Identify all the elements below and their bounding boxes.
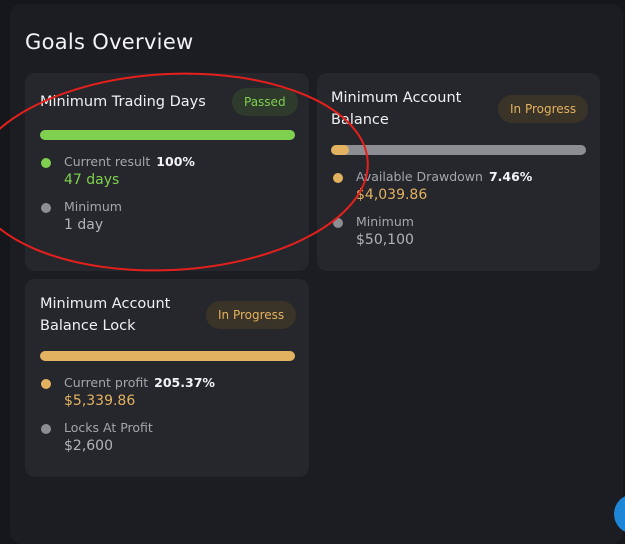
current-profit-dot <box>41 379 51 389</box>
status-badge: In Progress <box>206 301 297 329</box>
card-title-line1: Minimum Account <box>331 90 462 106</box>
progress-bar <box>40 130 295 140</box>
current-profit-label: Current profit 205.37% <box>64 375 215 390</box>
goal-card-trading-days: Minimum Trading Days Passed Current resu… <box>25 73 309 271</box>
goal-card-account-balance: Minimum Account Balance In Progress Avai… <box>317 73 600 271</box>
locks-at-profit-value: $2,600 <box>64 438 113 454</box>
current-result-percent: 100% <box>156 154 195 169</box>
current-result-value: 47 days <box>64 172 120 188</box>
current-result-text: Current result <box>64 154 151 169</box>
progress-bar <box>40 351 295 361</box>
minimum-dot <box>333 218 343 228</box>
current-profit-value: $5,339.86 <box>64 393 136 409</box>
minimum-dot <box>41 203 51 213</box>
current-result-dot <box>41 158 51 168</box>
drawdown-label: Available Drawdown 7.46% <box>356 169 532 184</box>
card-title: Minimum Trading Days <box>40 94 206 110</box>
progress-fill <box>40 130 295 140</box>
current-profit-text: Current profit <box>64 375 149 390</box>
current-profit-percent: 205.37% <box>154 375 215 390</box>
card-title: Minimum Account Balance <box>331 87 461 131</box>
drawdown-text: Available Drawdown <box>356 169 483 184</box>
progress-bar <box>331 145 586 155</box>
goal-card-balance-lock: Minimum Account Balance Lock In Progress… <box>25 279 309 477</box>
minimum-label: Minimum <box>64 199 122 214</box>
page-title: Goals Overview <box>25 30 194 54</box>
card-title-line2: Balance <box>331 112 389 128</box>
status-badge: Passed <box>232 88 298 116</box>
progress-fill <box>40 351 295 361</box>
card-title: Minimum Account Balance Lock <box>40 293 170 337</box>
card-title-line2: Balance Lock <box>40 318 136 334</box>
drawdown-percent: 7.46% <box>488 169 533 184</box>
card-title-line1: Minimum Account <box>40 296 171 312</box>
progress-fill <box>331 145 349 155</box>
minimum-value: $50,100 <box>356 232 414 248</box>
minimum-value: 1 day <box>64 217 104 233</box>
minimum-label: Minimum <box>356 214 414 229</box>
status-badge: In Progress <box>498 95 589 123</box>
locks-at-profit-label: Locks At Profit <box>64 420 153 435</box>
locks-at-profit-dot <box>41 424 51 434</box>
current-result-label: Current result 100% <box>64 154 195 169</box>
drawdown-value: $4,039.86 <box>356 187 428 203</box>
drawdown-dot <box>333 173 343 183</box>
